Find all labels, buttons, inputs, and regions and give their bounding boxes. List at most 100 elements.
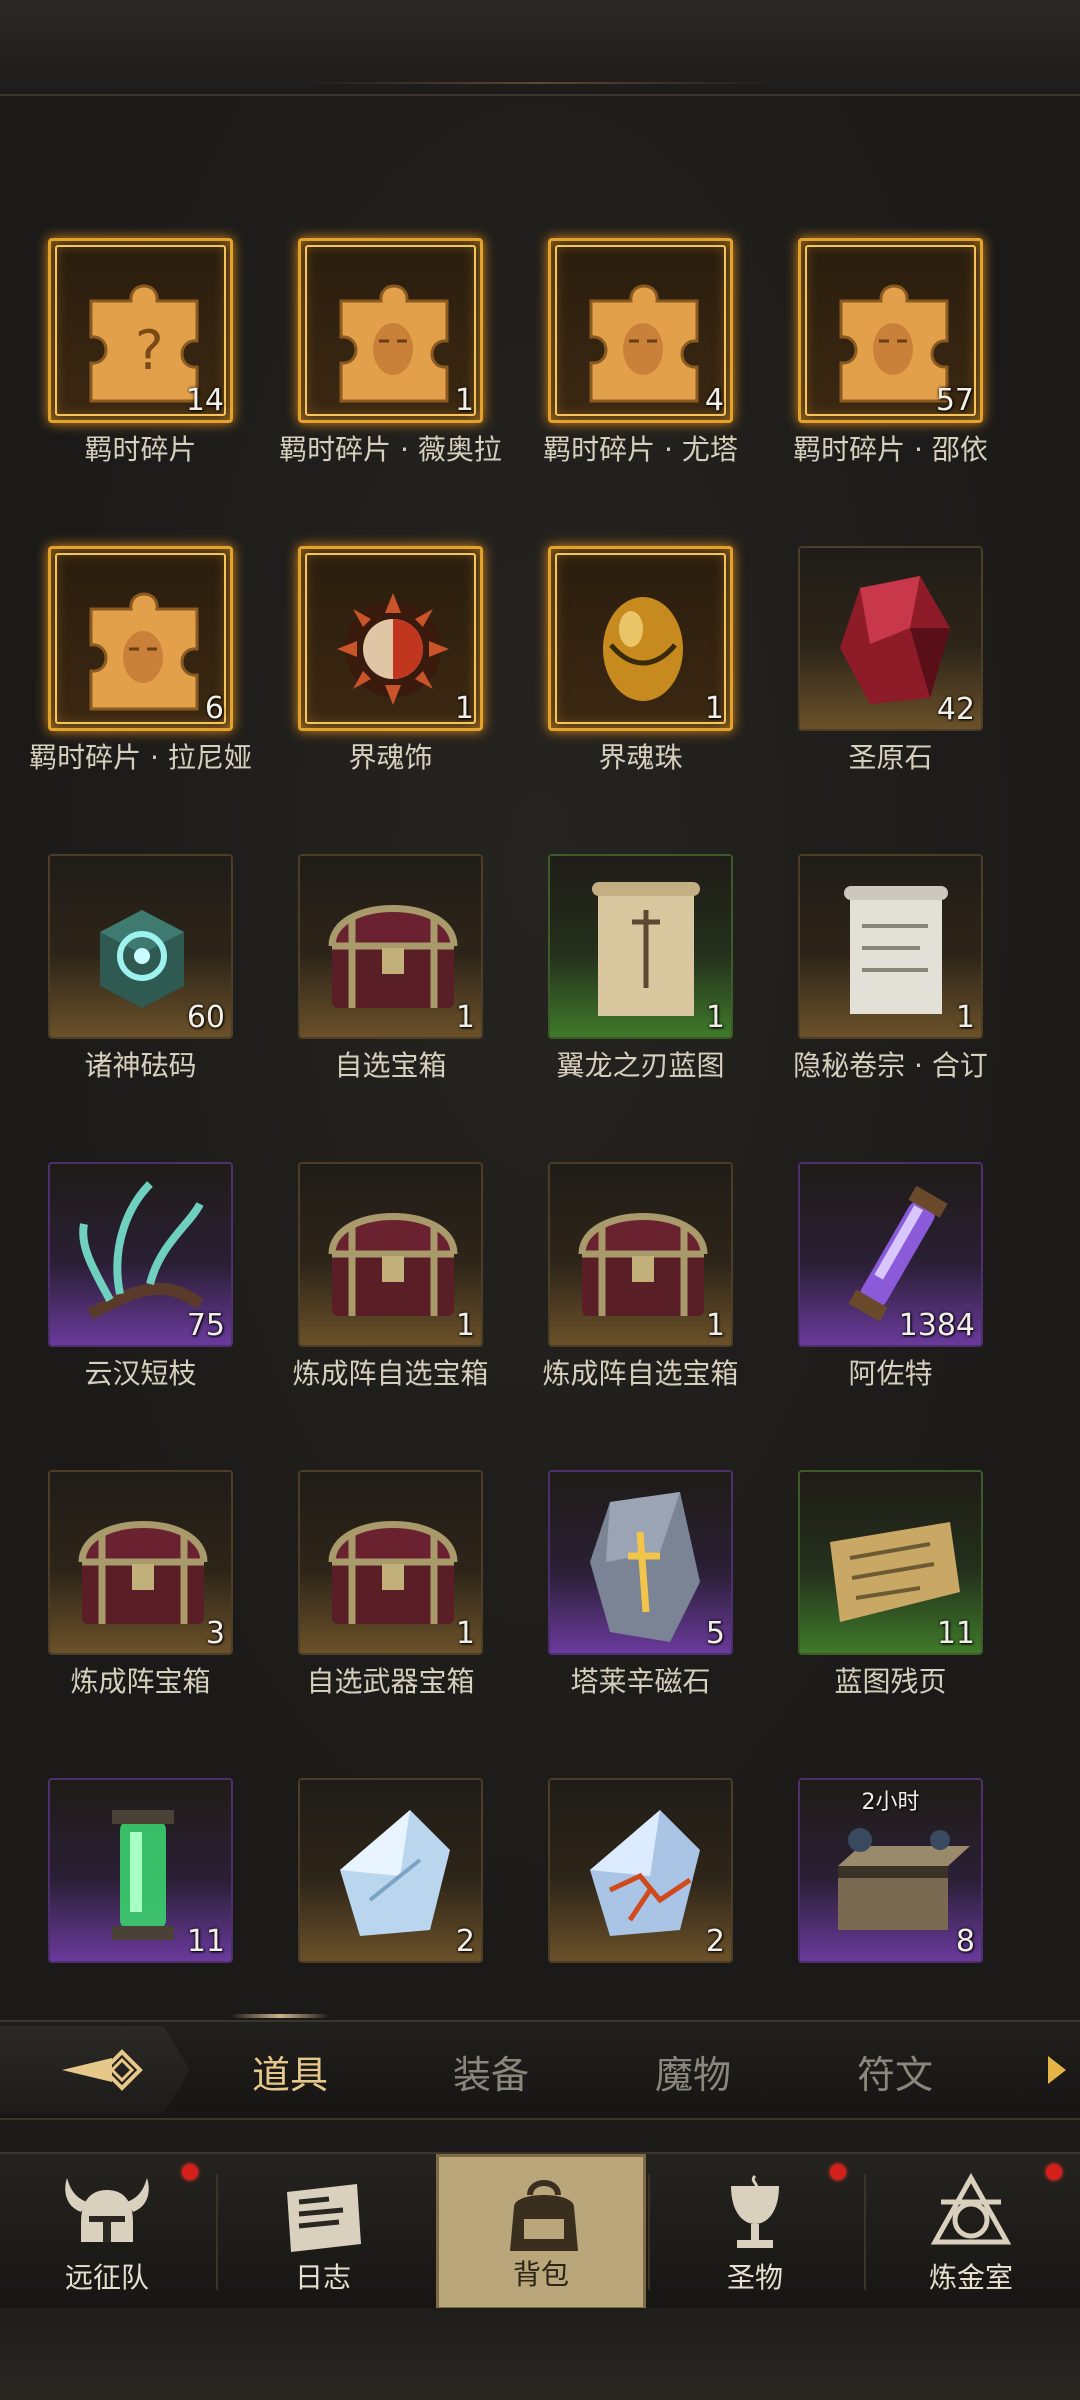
horned-helmet-icon xyxy=(65,2178,149,2242)
item-quantity: 6 xyxy=(204,691,224,726)
item-name: 云汉短枝 xyxy=(84,1357,197,1390)
notification-badge xyxy=(182,2164,198,2180)
item-tile[interactable]: 57 xyxy=(798,238,983,423)
item-quantity: 1 xyxy=(704,691,724,726)
item-tile[interactable]: 11 xyxy=(48,1778,233,1963)
item-tile[interactable]: 1 xyxy=(548,1162,733,1347)
collapse-button[interactable] xyxy=(0,2026,190,2114)
item-tile[interactable]: ? 14 xyxy=(48,238,233,423)
inventory-panel[interactable]: ? 14 羁时碎片 1 羁时碎片 · 薇奥拉 4 羁时碎片 · 尤塔 57 羁时碎片 · 邵依 6… xyxy=(0,96,1080,2020)
item-tile[interactable]: 75 xyxy=(48,1162,233,1347)
inventory-item[interactable]: 1 炼成阵自选宝箱 xyxy=(292,1162,489,1390)
item-quantity: 1 xyxy=(955,1000,975,1035)
tab-runes[interactable]: 符文 xyxy=(857,2044,933,2099)
inventory-item[interactable]: 60 诸神砝码 xyxy=(48,854,233,1082)
inventory-item[interactable]: 11 蓝图残页 xyxy=(798,1470,983,1698)
item-tile[interactable]: 1 xyxy=(298,1470,483,1655)
inventory-item[interactable]: 57 羁时碎片 · 邵依 xyxy=(793,238,988,466)
item-name: 自选武器宝箱 xyxy=(306,1665,475,1698)
item-tile[interactable]: 2 xyxy=(548,1778,733,1963)
item-tile[interactable]: 1 xyxy=(298,1162,483,1347)
inventory-item[interactable]: 2 xyxy=(298,1778,483,1972)
tab-items[interactable]: 道具 xyxy=(252,2044,328,2099)
item-name: 炼成阵自选宝箱 xyxy=(542,1357,739,1390)
inventory-item[interactable]: 3 炼成阵宝箱 xyxy=(48,1470,233,1698)
item-tile[interactable]: 1 xyxy=(298,238,483,423)
item-quantity: 1 xyxy=(455,1616,475,1651)
nav-backpack[interactable]: 背包 xyxy=(436,2154,646,2310)
nav-journal[interactable]: 日志 xyxy=(218,2154,428,2310)
nav-expedition[interactable]: 远征队 xyxy=(2,2154,212,2310)
arrow-diamond-icon xyxy=(62,2049,143,2091)
inventory-item[interactable]: 1 界魂珠 xyxy=(548,546,733,774)
item-name: 羁时碎片 · 尤塔 xyxy=(543,433,738,466)
item-quantity: 4 xyxy=(704,383,724,418)
item-name: 羁时碎片 xyxy=(84,433,197,466)
inventory-item[interactable]: 1 自选宝箱 xyxy=(298,854,483,1082)
tab-equipment[interactable]: 装备 xyxy=(453,2044,529,2099)
item-quantity: 1384 xyxy=(898,1308,975,1343)
nav-alchemy-label: 炼金室 xyxy=(928,2261,1013,2294)
item-tile[interactable]: 60 xyxy=(48,854,233,1039)
item-tile[interactable]: 2 xyxy=(298,1778,483,1963)
backpack-icon xyxy=(510,2180,578,2251)
inventory-item[interactable]: 75 云汉短枝 xyxy=(48,1162,233,1390)
chevron-right-icon[interactable] xyxy=(1044,2052,1070,2088)
item-tile[interactable]: 3 xyxy=(48,1470,233,1655)
item-tile[interactable]: 1 xyxy=(798,854,983,1039)
item-name: 蓝图残页 xyxy=(834,1665,947,1698)
bottom-frame xyxy=(0,2308,1080,2400)
inventory-item[interactable]: 1 自选武器宝箱 xyxy=(298,1470,483,1698)
item-quantity: 42 xyxy=(936,692,975,727)
item-name: 炼成阵自选宝箱 xyxy=(292,1357,489,1390)
item-tile[interactable]: 42 xyxy=(798,546,983,731)
item-name: 诸神砝码 xyxy=(84,1049,197,1082)
inventory-item[interactable]: 2小时 8 xyxy=(798,1778,983,1972)
item-quantity: 14 xyxy=(185,383,224,418)
inventory-item[interactable]: 2 xyxy=(548,1778,733,1972)
item-tile[interactable]: 1 xyxy=(298,854,483,1039)
inventory-item[interactable]: 1 炼成阵自选宝箱 xyxy=(542,1162,739,1390)
item-quantity: 5 xyxy=(705,1616,725,1651)
inventory-item[interactable]: 1 翼龙之刃蓝图 xyxy=(548,854,733,1082)
item-name: 羁时碎片 · 薇奥拉 xyxy=(279,433,502,466)
tab-monsters[interactable]: 魔物 xyxy=(655,2044,731,2099)
journal-icon xyxy=(287,2184,361,2252)
inventory-item[interactable]: 6 羁时碎片 · 拉尼娅 xyxy=(29,546,252,774)
item-quantity: 75 xyxy=(186,1308,225,1343)
item-timer: 2小时 xyxy=(861,1790,920,1815)
inventory-item[interactable]: 5 塔莱辛磁石 xyxy=(548,1470,733,1698)
inventory-item[interactable]: 1 羁时碎片 · 薇奥拉 xyxy=(279,238,502,466)
item-quantity: 1 xyxy=(455,1308,475,1343)
notification-badge xyxy=(1046,2164,1062,2180)
item-name: 羁时碎片 · 邵依 xyxy=(793,433,988,466)
item-quantity: 60 xyxy=(186,1000,225,1035)
item-tile[interactable]: 4 xyxy=(548,238,733,423)
top-frame xyxy=(0,0,1080,96)
inventory-item[interactable]: ? 14 羁时碎片 xyxy=(48,238,233,466)
chalice-icon xyxy=(731,2174,779,2248)
item-tile[interactable]: 6 xyxy=(48,546,233,731)
nav-expedition-label: 远征队 xyxy=(64,2261,149,2294)
inventory-item[interactable]: 11 xyxy=(48,1778,233,1972)
svg-text:?: ? xyxy=(135,319,164,382)
item-tile[interactable]: 1 xyxy=(548,546,733,731)
item-tile[interactable]: 1384 xyxy=(798,1162,983,1347)
inventory-item[interactable]: 1 隐秘卷宗 · 合订 xyxy=(793,854,988,1082)
inventory-item[interactable]: 1 界魂饰 xyxy=(298,546,483,774)
item-tile[interactable]: 11 xyxy=(798,1470,983,1655)
inventory-item[interactable]: 1384 阿佐特 xyxy=(798,1162,983,1390)
inventory-item[interactable]: 42 圣原石 xyxy=(798,546,983,774)
inventory-item[interactable]: 4 羁时碎片 · 尤塔 xyxy=(543,238,738,466)
alchemy-sigil-icon xyxy=(930,2172,1012,2245)
item-tile[interactable]: 5 xyxy=(548,1470,733,1655)
inventory-grid: ? 14 羁时碎片 1 羁时碎片 · 薇奥拉 4 羁时碎片 · 尤塔 57 羁时碎片 · 邵依 6… xyxy=(29,238,1048,1972)
item-tile[interactable]: 1 xyxy=(548,854,733,1039)
item-tile[interactable]: 2小时 8 xyxy=(798,1778,983,1963)
item-name: 自选宝箱 xyxy=(334,1049,447,1082)
item-tile[interactable]: 1 xyxy=(298,546,483,731)
nav-alchemy[interactable]: 炼金室 xyxy=(866,2154,1076,2310)
item-quantity: 11 xyxy=(936,1616,975,1651)
item-name: 翼龙之刃蓝图 xyxy=(556,1049,725,1082)
nav-relics[interactable]: 圣物 xyxy=(650,2154,860,2310)
